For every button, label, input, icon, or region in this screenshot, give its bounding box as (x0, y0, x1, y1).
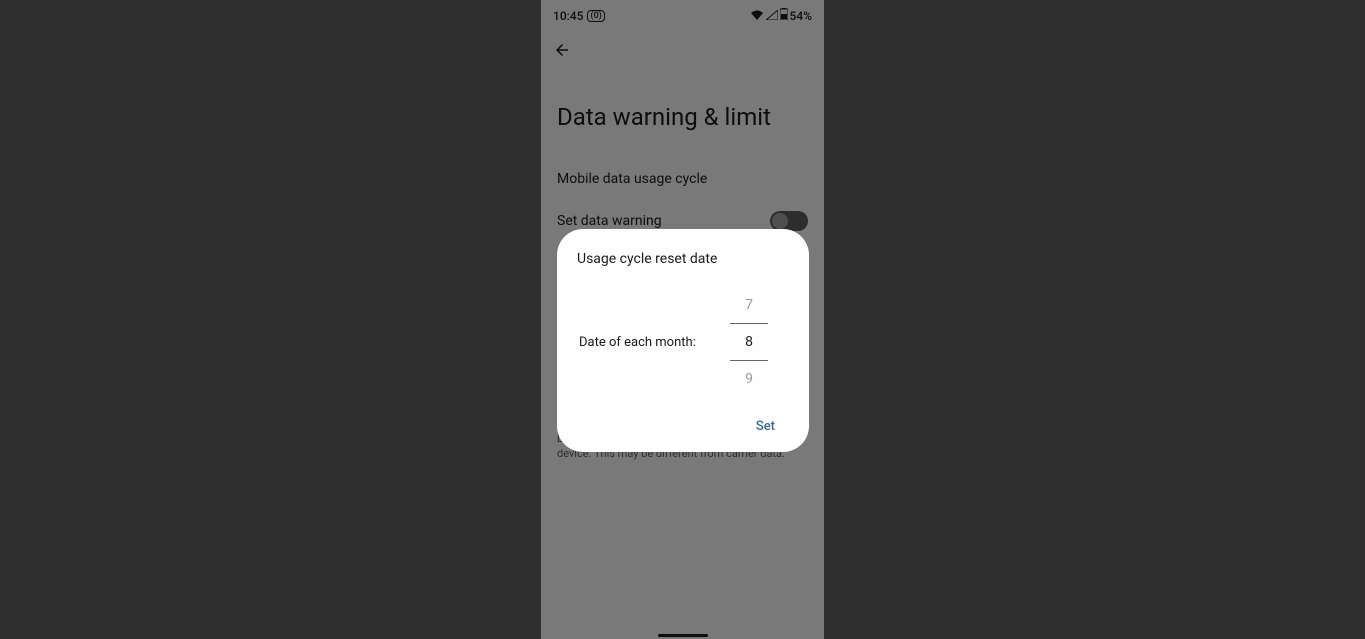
picker-current-value[interactable]: 8 (730, 323, 768, 361)
picker-prev-value[interactable]: 7 (745, 287, 753, 323)
picker-label: Date of each month: (579, 335, 696, 350)
date-picker-row: Date of each month: 7 8 9 (577, 287, 789, 397)
picker-next-value[interactable]: 9 (745, 361, 753, 397)
dialog-title: Usage cycle reset date (577, 251, 789, 267)
usage-cycle-dialog: Usage cycle reset date Date of each mont… (557, 229, 809, 452)
dialog-actions: Set (577, 411, 789, 442)
set-button[interactable]: Set (750, 411, 781, 442)
date-number-picker[interactable]: 7 8 9 (729, 287, 769, 397)
